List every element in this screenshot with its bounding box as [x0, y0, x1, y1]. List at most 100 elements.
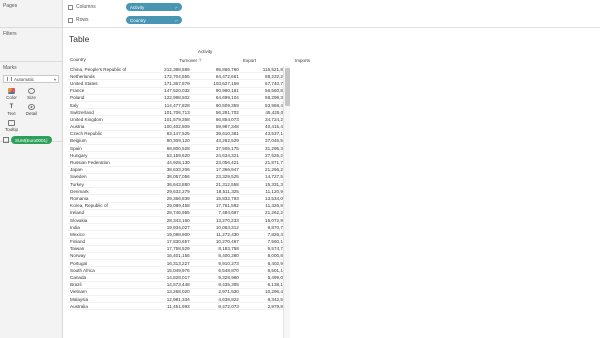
table-row[interactable]: Hungary 52,159,620 24,634,321 27,525,299	[68, 152, 290, 160]
table-row[interactable]: Sweden 38,057,056 23,329,525 14,727,531	[68, 174, 290, 181]
columns-pill-label: Activity	[130, 4, 145, 10]
text-button[interactable]: T Text	[2, 102, 21, 117]
export-cell: 17,761,592	[215, 203, 239, 209]
table-row[interactable]: Netherlands 172,704,555 84,472,661 88,232,2…	[68, 73, 290, 81]
table-row[interactable]: Taiwan 17,758,529 8,183,758 9,574,771	[68, 246, 290, 253]
table-row[interactable]: Slovakia 28,343,160 13,270,233 15,072,927	[68, 217, 290, 225]
rows-icon	[68, 17, 73, 23]
table-row[interactable]: Romania 29,366,839 15,832,793 13,534,046	[68, 195, 290, 203]
table-row[interactable]: Belgium 80,309,120 43,262,529 37,046,580	[68, 138, 290, 146]
turnover-cell: 19,934,027	[166, 224, 190, 230]
table-row[interactable]: Ireland 28,746,955 7,484,697 21,262,258	[68, 210, 290, 217]
table-row[interactable]: Czech Republic 83,147,525 39,610,381 43,537…	[68, 131, 290, 138]
rows-pill-label: Country	[130, 17, 146, 23]
table-row[interactable]: Italy 114,477,828 60,509,359 53,968,469	[68, 102, 290, 110]
measure-pill[interactable]: SUM(Euro0001)	[11, 136, 52, 144]
country-cell: United States	[70, 80, 98, 86]
columns-pill[interactable]: Activity ⌐	[126, 3, 182, 11]
export-cell: 18,511,325	[216, 188, 239, 194]
export-cell: 2,971,530	[218, 289, 239, 295]
filters-card[interactable]: Filters	[0, 28, 62, 62]
table-row[interactable]: Portugal 16,313,227 9,910,273 6,402,954	[68, 260, 290, 268]
table-row[interactable]: Turkey 36,643,880 21,312,558 15,331,322	[68, 181, 290, 189]
country-cell: Portugal	[70, 260, 88, 266]
country-cell: Finland	[70, 239, 86, 245]
export-header[interactable]: Export	[204, 57, 258, 64]
turnover-cell: 12,981,334	[166, 296, 190, 302]
turnover-cell: 29,089,458	[166, 203, 190, 209]
table-row[interactable]: France 147,520,032 90,960,181 56,560,851	[68, 88, 290, 95]
turnover-cell: 44,928,130	[166, 160, 190, 166]
country-cell: Hungary	[70, 152, 88, 158]
table-row[interactable]: Vietnam 13,268,020 2,971,530 10,296,490	[68, 289, 290, 296]
color-button[interactable]: Color	[2, 86, 21, 101]
table-row[interactable]: Norway 16,401,155 8,400,260 8,000,895	[68, 253, 290, 261]
turnover-cell: 29,632,279	[166, 188, 190, 194]
tooltip-button[interactable]: Tooltip	[2, 118, 21, 133]
table-row[interactable]: Poland 122,998,502 64,699,104 58,299,398	[68, 95, 290, 102]
pages-card[interactable]: Pages	[0, 0, 62, 28]
table-row[interactable]: Malaysia 12,981,334 4,638,822 8,342,512	[68, 296, 290, 304]
export-cell: 95,866,760	[215, 66, 239, 72]
shelf-divider	[63, 27, 600, 28]
sort-icon: ⌐	[175, 4, 178, 10]
table-row[interactable]: Finland 17,830,657 10,270,467 7,560,190	[68, 239, 290, 246]
country-header[interactable]: Country	[68, 57, 148, 64]
turnover-cell: 19,098,900	[166, 231, 190, 237]
color-button-label: Color	[6, 95, 17, 100]
country-cell: Australia	[70, 303, 88, 309]
table-row[interactable]: China, People's Republic of 212,388,589 95…	[68, 66, 290, 74]
country-cell: Vietnam	[70, 289, 87, 295]
export-cell: 103,627,159	[213, 80, 239, 86]
table-row[interactable]: Russian Federation 44,928,130 23,056,421 21…	[68, 159, 290, 167]
country-cell: China, People's Republic of	[70, 66, 127, 72]
rows-pill[interactable]: Country ⌐	[126, 16, 182, 24]
country-cell: Mexico	[70, 231, 85, 237]
turnover-cell: 52,159,620	[166, 152, 190, 158]
turnover-header[interactable]: Turnover ⊤	[148, 57, 204, 64]
table-row[interactable]: Japan 38,633,206 17,366,947 21,266,259	[68, 167, 290, 174]
table-row[interactable]: United States 171,367,879 103,627,159 67,74…	[68, 80, 290, 88]
country-cell: France	[70, 88, 85, 94]
turnover-cell: 122,998,502	[164, 95, 190, 101]
table-row[interactable]: India 19,934,027 10,063,312 9,870,715	[68, 224, 290, 232]
table-row[interactable]: Austria 100,402,809 59,987,348 40,415,461	[68, 124, 290, 131]
table-row[interactable]: United Kingdom 101,579,358 66,854,073 34,72…	[68, 116, 290, 124]
table-row[interactable]: Korea, Republic of 29,089,458 17,761,592 11…	[68, 203, 290, 210]
scrollbar-thumb[interactable]	[285, 68, 290, 106]
sort-descending-icon[interactable]: ⊤	[198, 58, 202, 64]
turnover-cell: 83,147,525	[166, 131, 190, 137]
table-row[interactable]: Denmark 29,632,279 18,511,325 11,120,954	[68, 188, 290, 196]
table-header-row: Country Turnover ⊤ Export Imports	[68, 57, 368, 64]
country-cell: Korea, Republic of	[70, 203, 108, 209]
table-row[interactable]: Brazil 14,573,448 8,435,305 6,138,143	[68, 282, 290, 289]
export-cell: 9,910,273	[218, 260, 239, 266]
country-cell: Austria	[70, 124, 85, 130]
table-row[interactable]: South Africa 15,049,976 6,548,870 8,501,106	[68, 267, 290, 275]
table-row[interactable]: Mexico 19,098,900 11,272,430 7,826,470	[68, 231, 290, 239]
tooltip-button-label: Tooltip	[4, 127, 18, 132]
rows-shelf[interactable]: Rows Country ⌐	[63, 14, 600, 26]
table-row[interactable]: Switzerland 101,706,713 56,281,702 45,425,0…	[68, 109, 290, 117]
detail-button[interactable]: Detail	[22, 102, 41, 117]
table-row[interactable]: Spain 68,800,528 37,505,175 31,295,353	[68, 145, 290, 153]
mark-type-dropdown[interactable]: Automatic ▾	[3, 75, 59, 83]
table-row[interactable]: Canada 14,828,017 9,328,960 5,499,057	[68, 274, 290, 282]
table-row[interactable]: Australia 11,451,993 8,472,073 2,979,920	[68, 303, 290, 311]
size-button[interactable]: Size	[22, 86, 41, 101]
country-cell: Czech Republic	[70, 131, 103, 137]
export-cell: 21,312,558	[215, 181, 239, 187]
vertical-scrollbar[interactable]	[283, 66, 290, 338]
export-cell: 84,472,661	[215, 73, 239, 79]
export-cell: 60,509,359	[215, 102, 239, 108]
country-cell: Norway	[70, 253, 86, 259]
left-panel: Pages Filters Marks Automatic ▾ Color Si…	[0, 0, 63, 338]
turnover-cell: 16,313,227	[166, 260, 190, 266]
columns-shelf[interactable]: Columns Activity ⌐	[63, 1, 600, 13]
turnover-cell: 15,049,976	[166, 267, 190, 273]
sort-icon: ⌐	[175, 17, 178, 23]
turnover-cell: 172,704,555	[164, 73, 190, 79]
view-title: Table	[69, 34, 90, 44]
export-cell: 15,832,793	[215, 195, 239, 201]
imports-header[interactable]: Imports	[258, 57, 312, 64]
